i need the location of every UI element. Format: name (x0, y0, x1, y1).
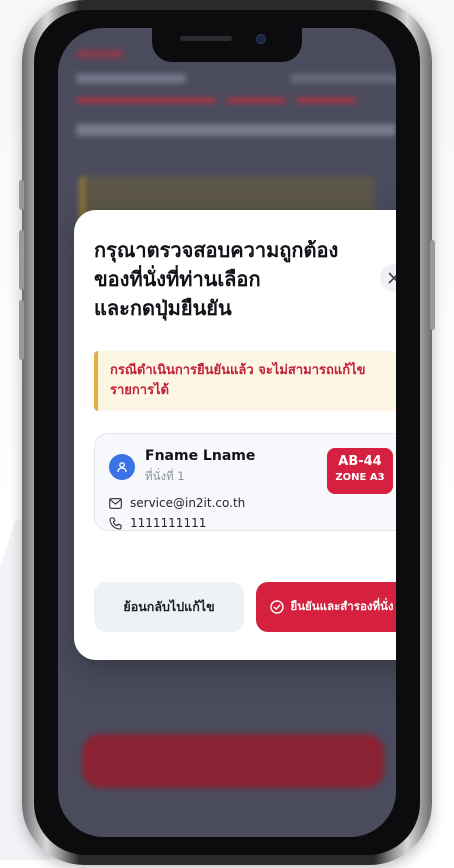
seat-summary-card: Fname Lname ที่นั่งที่ 1 AB-44 ZONE A3 s… (94, 433, 396, 531)
mute-switch (19, 180, 24, 210)
notch (152, 28, 302, 62)
phone-frame: กรุณาตรวจสอบความถูกต้อง ของที่นั่งที่ท่า… (19, 0, 435, 865)
phone-icon (109, 516, 122, 530)
volume-down-button (19, 300, 24, 360)
check-circle-icon (270, 600, 285, 614)
volume-up-button (19, 230, 24, 290)
seat-badge: AB-44 ZONE A3 (327, 448, 393, 494)
email-row: service@in2it.co.th (109, 496, 245, 510)
page-background: กรุณาตรวจสอบความถูกต้อง ของที่นั่งที่ท่า… (0, 0, 454, 868)
warning-text-line: รายการได้ (110, 383, 170, 398)
dialog-title-line: ของที่นั่งที่ท่านเลือก (94, 267, 261, 291)
warning-notice: กรณีดำเนินการยืนยันแล้ว จะไม่สามารถแก้ไข… (94, 351, 396, 411)
warning-text-line: กรณีดำเนินการยืนยันแล้ว จะไม่สามารถแก้ไข (110, 363, 366, 378)
power-button (430, 240, 435, 330)
dialog-title: กรุณาตรวจสอบความถูกต้อง ของที่นั่งที่ท่า… (94, 236, 364, 323)
dialog-title-line: และกดปุ่มยืนยัน (94, 296, 232, 320)
attendee-name: Fname Lname (145, 448, 256, 464)
front-camera-icon (256, 34, 266, 44)
phone-text: 1111111111 (130, 516, 207, 530)
avatar (109, 454, 135, 480)
back-to-edit-button[interactable]: ย้อนกลับไปแก้ไข (94, 582, 244, 632)
close-icon (388, 272, 396, 284)
speaker-grille (180, 36, 232, 41)
seat-code: AB-44 (338, 454, 382, 469)
seat-zone: ZONE A3 (335, 472, 385, 483)
confirm-reserve-button[interactable]: ยืนยันและสำรองที่นั่ง (256, 582, 396, 632)
phone-bezel: กรุณาตรวจสอบความถูกต้อง ของที่นั่งที่ท่า… (34, 10, 420, 855)
confirm-seat-dialog: กรุณาตรวจสอบความถูกต้อง ของที่นั่งที่ท่า… (74, 210, 396, 660)
phone-row: 1111111111 (109, 516, 206, 530)
user-icon (117, 462, 127, 473)
confirm-button-label: ยืนยันและสำรองที่นั่ง (290, 599, 394, 613)
seat-label: ที่นั่งที่ 1 (145, 469, 185, 483)
email-text: service@in2it.co.th (130, 496, 246, 510)
dialog-actions: ย้อนกลับไปแก้ไข ยืนยันและสำรองที่นั่ง (94, 582, 396, 632)
phone-screen: กรุณาตรวจสอบความถูกต้อง ของที่นั่งที่ท่า… (58, 28, 396, 837)
dialog-title-line: กรุณาตรวจสอบความถูกต้อง (94, 238, 339, 262)
close-button[interactable] (380, 264, 396, 292)
mail-icon (109, 497, 122, 509)
